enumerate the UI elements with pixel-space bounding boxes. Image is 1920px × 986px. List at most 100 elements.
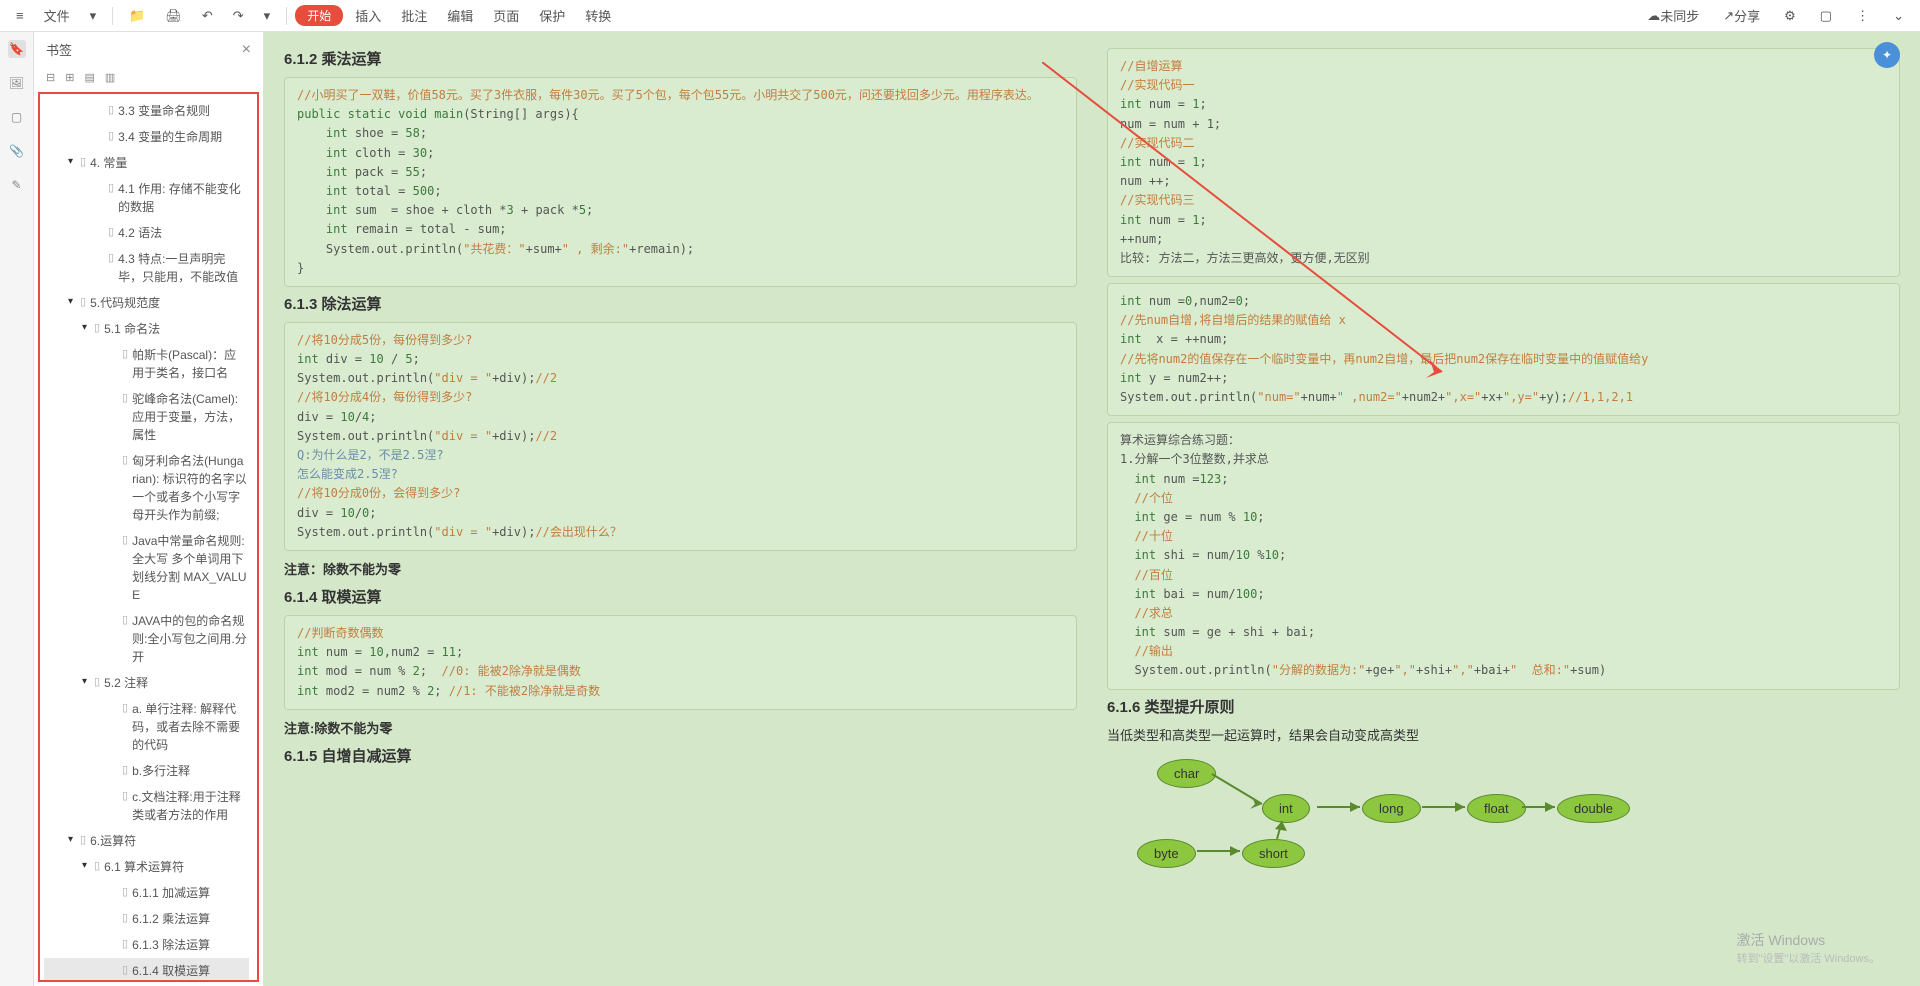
bookmark-item[interactable]: ▾▯6.1 算术运算符 — [44, 854, 249, 880]
bookmark-icon: ▯ — [122, 936, 128, 953]
tree-toggle-icon[interactable]: ▾ — [68, 154, 78, 169]
tool-icon[interactable]: ▤ — [84, 71, 94, 84]
bookmark-rail-icon[interactable]: 🔖 — [8, 40, 26, 58]
protect-tab[interactable]: 保护 — [531, 2, 573, 29]
bookmark-label: 6.1.3 除法运算 — [132, 936, 247, 954]
bookmark-label: 4.3 特点:一旦声明完毕，只能用，不能改值 — [118, 250, 247, 286]
bookmark-label: 匈牙利命名法(Hungarian): 标识符的名字以一个或者多个小写字母开头作为… — [132, 452, 247, 524]
start-tab[interactable]: 开始 — [295, 5, 343, 26]
edit-tab[interactable]: 编辑 — [439, 2, 481, 29]
tool-icon[interactable]: ⊞ — [65, 71, 74, 84]
tree-toggle-icon[interactable]: ▾ — [82, 320, 92, 335]
section-heading: 6.1.6 类型提升原则 — [1107, 696, 1900, 717]
bookmark-item[interactable]: ▾▯5.2 注释 — [44, 670, 249, 696]
bookmark-icon: ▯ — [80, 832, 86, 849]
annotate-tab[interactable]: 批注 — [393, 2, 435, 29]
code-block-divide: //将10分成5份，每份得到多少? int div = 10 / 5; Syst… — [284, 322, 1077, 551]
bookmark-item[interactable]: ▯6.1.3 除法运算 — [44, 932, 249, 958]
bookmark-icon: ▯ — [108, 250, 114, 267]
tree-toggle-icon[interactable]: ▾ — [68, 294, 78, 309]
bookmark-icon: ▯ — [122, 762, 128, 779]
cloud-unsync[interactable]: ☁ 未同步 — [1639, 2, 1707, 29]
bookmark-label: b.多行注释 — [132, 762, 247, 780]
bookmark-item[interactable]: ▯6.1.4 取模运算 — [44, 958, 249, 982]
bookmark-item[interactable]: ▯驼峰命名法(Camel):应用于变量，方法，属性 — [44, 386, 249, 448]
bookmark-item[interactable]: ▯JAVA中的包的命名规则:全小写包之间用.分开 — [44, 608, 249, 670]
bookmark-item[interactable]: ▯b.多行注释 — [44, 758, 249, 784]
bookmark-item[interactable]: ▯a. 单行注释: 解释代码，或者去除不需要的代码 — [44, 696, 249, 758]
bookmark-item[interactable]: ▯4.2 语法 — [44, 220, 249, 246]
bookmark-icon: ▯ — [122, 788, 128, 805]
bookmark-item[interactable]: ▯6.1.1 加减运算 — [44, 880, 249, 906]
bookmark-tree: ▯3.3 变量命名规则▯3.4 变量的生命周期▾▯4. 常量▯4.1 作用: 存… — [38, 92, 259, 982]
bookmark-item[interactable]: ▯3.4 变量的生命周期 — [44, 124, 249, 150]
bookmark-item[interactable]: ▯c.文档注释:用于注释类或者方法的作用 — [44, 784, 249, 828]
node-char: char — [1157, 759, 1216, 788]
bookmark-label: JAVA中的包的命名规则:全小写包之间用.分开 — [132, 612, 247, 666]
bookmark-icon: ▯ — [122, 962, 128, 979]
attachment-rail-icon[interactable]: 📎 — [8, 142, 26, 160]
share-button[interactable]: ↗ 分享 — [1715, 2, 1768, 29]
bookmark-item[interactable]: ▾▯5.代码规范度 — [44, 290, 249, 316]
code-block-multiply: //小明买了一双鞋，价值58元。买了3件衣服，每件30元。买了5个包，每个包55… — [284, 77, 1077, 287]
file-menu[interactable]: 文件 — [36, 2, 78, 29]
bookmark-label: 6.1 算术运算符 — [104, 858, 247, 876]
bookmark-item[interactable]: ▾▯4. 常量 — [44, 150, 249, 176]
code-block-increment2: int num =0,num2=0; //先num自增,将自增后的结果的赋值给 … — [1107, 283, 1900, 416]
edit-rail-icon[interactable]: ✎ — [8, 176, 26, 194]
image-rail-icon[interactable]: 🖼 — [8, 74, 26, 92]
settings-icon[interactable]: ⚙ — [1776, 4, 1804, 28]
bookmark-icon: ▯ — [122, 910, 128, 927]
chevron-icon[interactable]: ⌄ — [1885, 4, 1912, 28]
bookmark-label: 4. 常量 — [90, 154, 247, 172]
undo-icon[interactable]: ↶ — [194, 4, 221, 28]
section-heading: 6.1.2 乘法运算 — [284, 48, 1077, 69]
close-icon[interactable]: × — [242, 41, 251, 59]
tree-toggle-icon[interactable]: ▾ — [82, 674, 92, 689]
bookmark-label: a. 单行注释: 解释代码，或者去除不需要的代码 — [132, 700, 247, 754]
page-tab[interactable]: 页面 — [485, 2, 527, 29]
bookmark-item[interactable]: ▾▯5.1 命名法 — [44, 316, 249, 342]
menu-icon[interactable]: ≡ — [8, 4, 32, 27]
section-heading: 6.1.3 除法运算 — [284, 293, 1077, 314]
tool-icon[interactable]: ▥ — [105, 71, 115, 84]
more-icon[interactable]: ⋮ — [1848, 4, 1877, 28]
bookmark-tools: ⊟ ⊞ ▤ ▥ — [34, 67, 263, 88]
window-icon[interactable]: ▢ — [1812, 4, 1840, 28]
dropdown-icon[interactable]: ▾ — [82, 4, 105, 28]
bookmark-icon: ▯ — [122, 346, 128, 363]
bookmark-icon: ▯ — [122, 532, 128, 549]
section-heading: 6.1.4 取模运算 — [284, 586, 1077, 607]
bookmark-item[interactable]: ▯4.1 作用: 存储不能变化的数据 — [44, 176, 249, 220]
code-block-exercise: 算术运算综合练习题： 1.分解一个3位整数,并求总 int num =123; … — [1107, 422, 1900, 689]
bookmark-label: 3.4 变量的生命周期 — [118, 128, 247, 146]
page-rail-icon[interactable]: ▢ — [8, 108, 26, 126]
bookmark-label: 6.1.2 乘法运算 — [132, 910, 247, 928]
tree-toggle-icon[interactable]: ▾ — [82, 858, 92, 873]
separator — [112, 7, 113, 25]
insert-tab[interactable]: 插入 — [347, 2, 389, 29]
bookmark-label: 5.1 命名法 — [104, 320, 247, 338]
bookmark-item[interactable]: ▯3.3 变量命名规则 — [44, 98, 249, 124]
bookmark-item[interactable]: ▯Java中常量命名规则:全大写 多个单词用下划线分割 MAX_VALUE — [44, 528, 249, 608]
panel-title: 书签 — [46, 40, 72, 59]
tool-icon[interactable]: ⊟ — [46, 71, 55, 84]
bookmark-item[interactable]: ▯6.1.2 乘法运算 — [44, 906, 249, 932]
bookmark-icon: ▯ — [122, 884, 128, 901]
redo-icon[interactable]: ↷ — [225, 4, 252, 28]
bookmark-item[interactable]: ▯4.3 特点:一旦声明完毕，只能用，不能改值 — [44, 246, 249, 290]
open-icon[interactable]: 📁 — [121, 4, 153, 28]
bookmark-item[interactable]: ▯匈牙利命名法(Hungarian): 标识符的名字以一个或者多个小写字母开头作… — [44, 448, 249, 528]
bookmark-icon: ▯ — [122, 700, 128, 717]
bookmark-icon: ▯ — [108, 180, 114, 197]
bookmark-label: 帕斯卡(Pascal)：应用于类名，接口名 — [132, 346, 247, 382]
bookmark-icon: ▯ — [94, 858, 100, 875]
node-int: int — [1262, 794, 1310, 823]
float-action-icon[interactable]: ✦ — [1874, 42, 1900, 68]
convert-tab[interactable]: 转换 — [577, 2, 619, 29]
bookmark-item[interactable]: ▾▯6.运算符 — [44, 828, 249, 854]
dropdown-icon[interactable]: ▾ — [256, 4, 279, 28]
bookmark-item[interactable]: ▯帕斯卡(Pascal)：应用于类名，接口名 — [44, 342, 249, 386]
print-icon[interactable]: 🖨 — [157, 4, 190, 28]
tree-toggle-icon[interactable]: ▾ — [68, 832, 78, 847]
